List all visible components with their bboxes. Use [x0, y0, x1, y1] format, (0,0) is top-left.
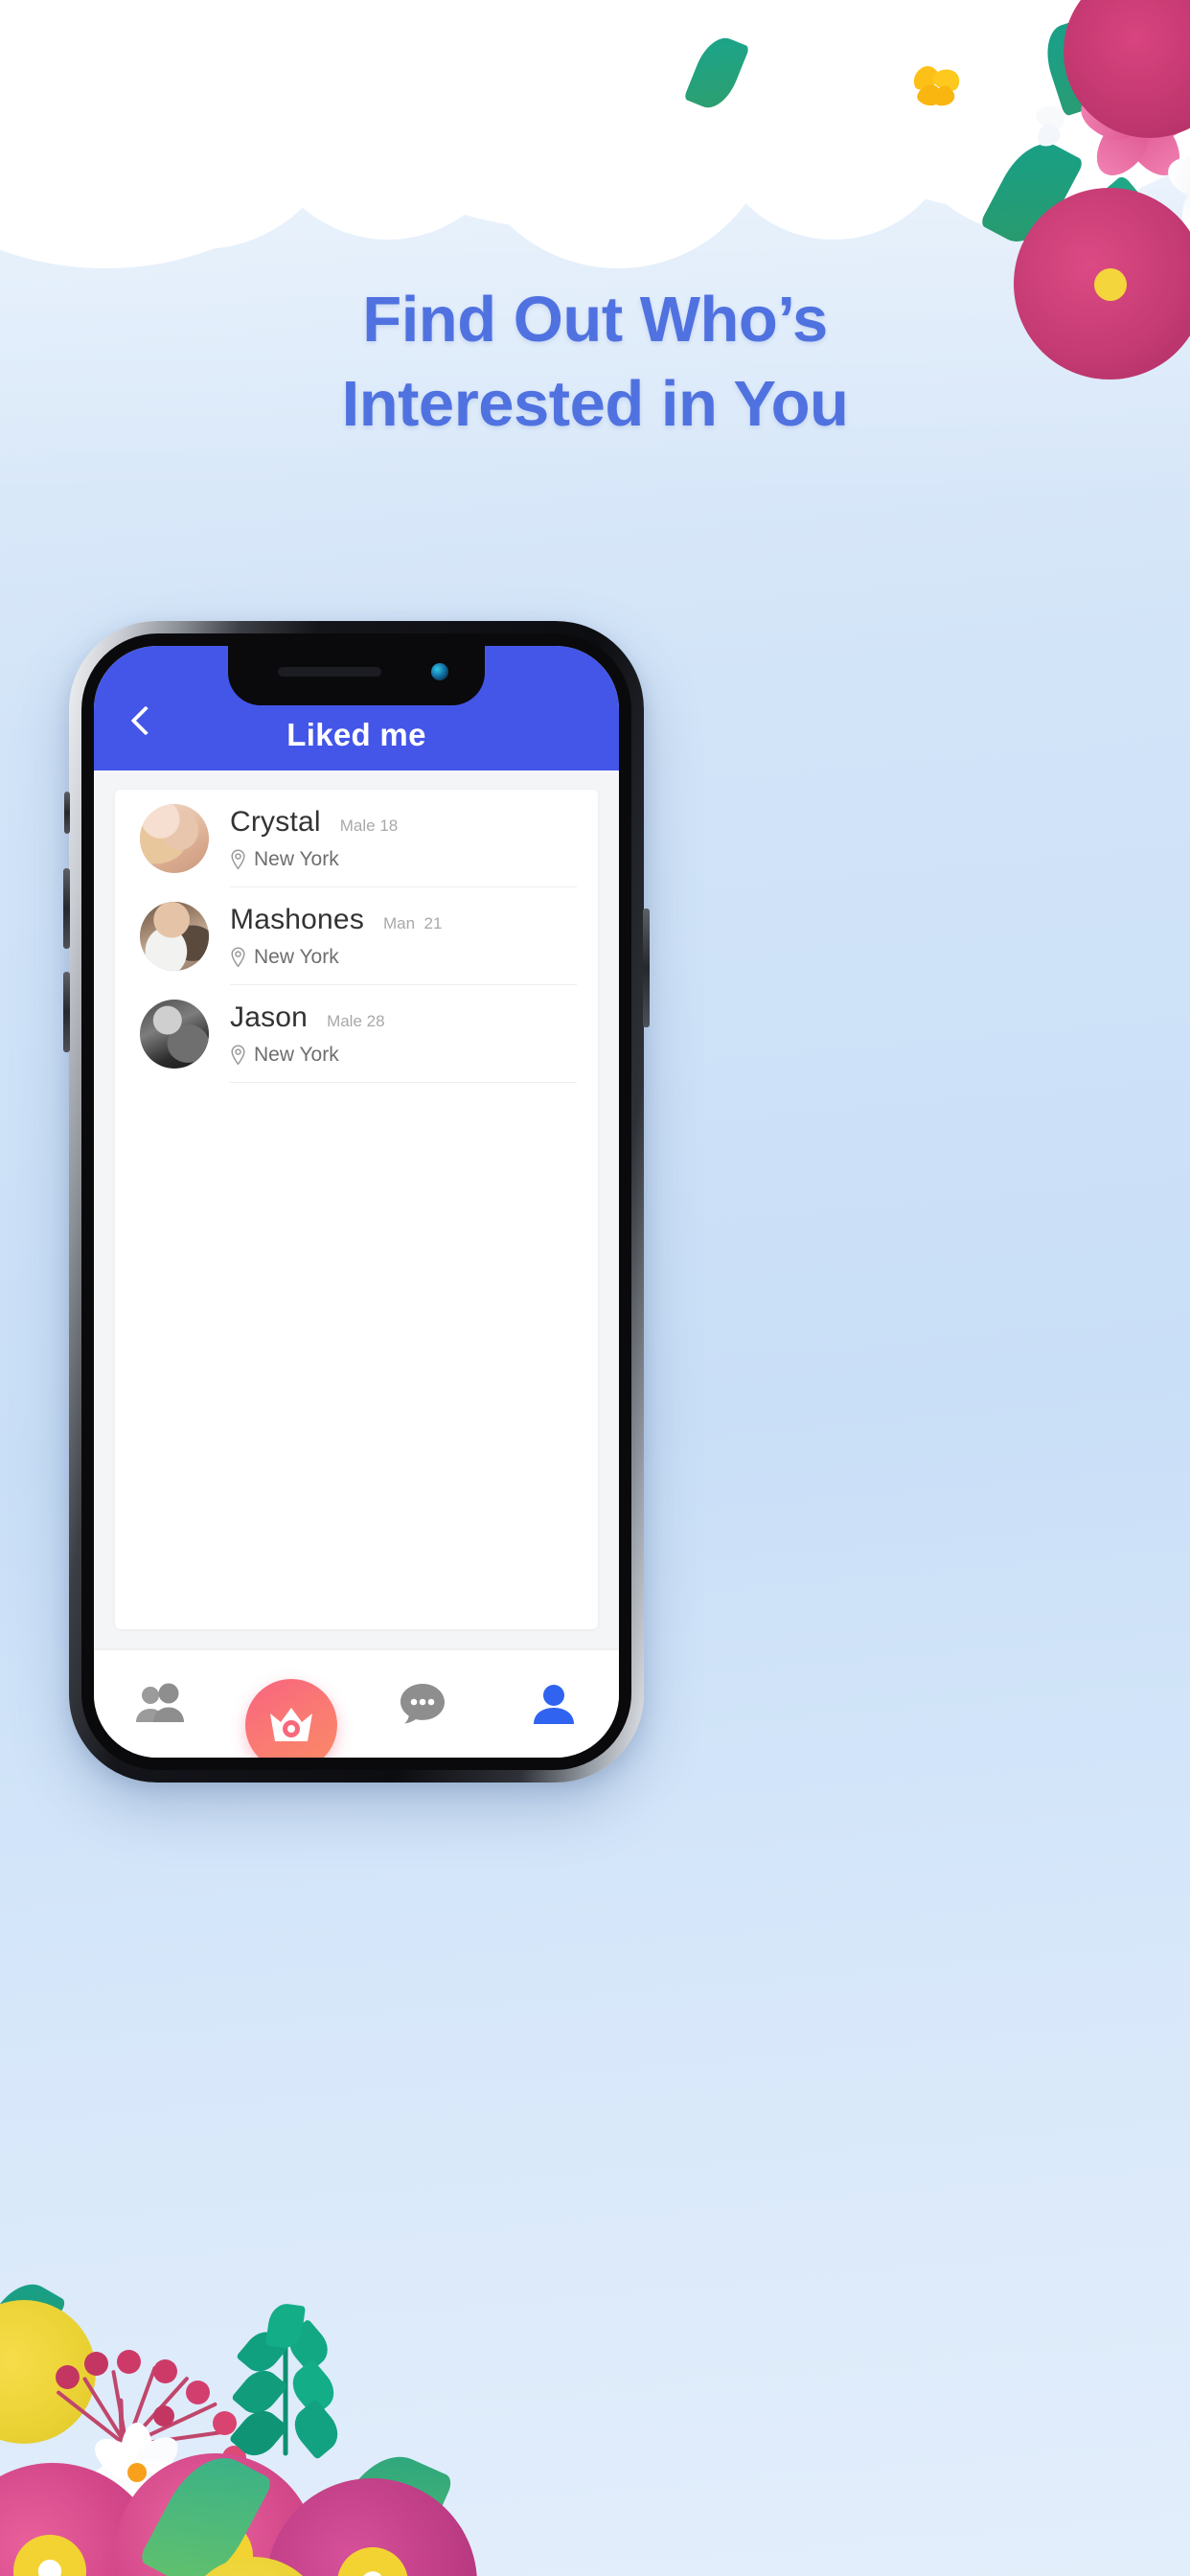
leaf-shape — [1079, 173, 1182, 283]
butterfly-icon — [1010, 98, 1069, 153]
leaf-shape — [311, 2440, 455, 2576]
app-body: Crystal Male 18 New York Mashones Man 21… — [94, 770, 619, 1650]
cloud-band — [0, 0, 1190, 268]
location-line: New York — [230, 1044, 598, 1067]
foliage-branch — [228, 2301, 347, 2465]
flower-center — [337, 2547, 408, 2576]
avatar[interactable] — [140, 902, 209, 971]
phone-volume-down-button — [63, 972, 70, 1052]
headline-line-2: Interested in You — [341, 368, 849, 441]
people-icon — [135, 1683, 184, 1722]
front-camera — [431, 663, 448, 680]
chat-bubble-icon — [400, 1684, 445, 1724]
user-name: Crystal — [230, 806, 321, 838]
avatar-photo — [140, 902, 209, 971]
user-name: Jason — [230, 1001, 309, 1033]
flower-center — [178, 2518, 253, 2576]
phone-mockup: Liked me Crystal Male 18 New York Mashon… — [63, 621, 650, 1782]
bottom-tab-bar — [94, 1650, 619, 1758]
liked-me-list: Crystal Male 18 New York Mashones Man 21… — [115, 790, 598, 1629]
user-meta: Man 21 — [383, 914, 443, 932]
phone-mute-switch — [64, 792, 70, 834]
chevron-left-icon — [130, 705, 161, 736]
flower-shape — [182, 2557, 326, 2576]
butterfly-icon — [908, 62, 964, 111]
avatar-photo — [140, 804, 209, 873]
name-line: Jason Male 28 — [230, 1001, 598, 1034]
earpiece-speaker — [278, 667, 381, 677]
avatar-photo — [140, 1000, 209, 1069]
leaf-shape — [979, 130, 1085, 255]
user-location: New York — [254, 848, 339, 870]
page-headline: Find Out Who’s Interested in You — [0, 278, 1190, 448]
flower-shape — [266, 2478, 477, 2576]
berry-spray — [56, 2329, 316, 2514]
list-item-details: Crystal Male 18 New York — [230, 790, 598, 887]
cloud-band-lower — [287, 0, 958, 201]
user-meta: Male 28 — [327, 1012, 385, 1030]
blossom-flower — [1162, 132, 1190, 241]
daisy-flower — [84, 2420, 190, 2525]
flower-shape — [1064, 0, 1190, 138]
user-location: New York — [254, 1044, 339, 1066]
crown-icon — [269, 1708, 312, 1741]
page-title: Liked me — [286, 717, 426, 752]
tab-messages[interactable] — [356, 1650, 488, 1758]
phone-power-button — [643, 908, 650, 1027]
tab-profile[interactable] — [488, 1650, 619, 1758]
list-item[interactable]: Jason Male 28 New York — [115, 985, 598, 1083]
list-item[interactable]: Mashones Man 21 New York — [115, 887, 598, 985]
phone-volume-up-button — [63, 868, 70, 949]
location-line: New York — [230, 848, 598, 871]
blossom-flower — [1074, 65, 1190, 186]
list-item[interactable]: Crystal Male 18 New York — [115, 790, 598, 887]
user-name: Mashones — [230, 904, 365, 935]
leaf-shape — [0, 2272, 67, 2381]
name-line: Crystal Male 18 — [230, 806, 598, 839]
phone-screen: Liked me Crystal Male 18 New York Mashon… — [94, 646, 619, 1758]
location-line: New York — [230, 946, 598, 969]
tab-people[interactable] — [94, 1650, 225, 1758]
user-location: New York — [254, 946, 339, 968]
vip-crown-button[interactable] — [244, 1679, 337, 1758]
person-icon — [533, 1685, 574, 1724]
avatar[interactable] — [140, 1000, 209, 1069]
leaf-shape — [138, 2442, 274, 2576]
list-item-details: Jason Male 28 New York — [230, 985, 598, 1083]
back-button[interactable] — [119, 694, 172, 748]
map-pin-icon — [231, 947, 245, 968]
list-item-details: Mashones Man 21 New York — [230, 887, 598, 985]
headline-line-1: Find Out Who’s — [362, 284, 828, 356]
flower-shape — [0, 2463, 163, 2576]
flower-center — [13, 2535, 86, 2576]
map-pin-icon — [231, 849, 245, 870]
flower-shape — [0, 2300, 96, 2444]
name-line: Mashones Man 21 — [230, 904, 598, 936]
leaf-shape — [683, 31, 750, 115]
avatar[interactable] — [140, 804, 209, 873]
leaf-shape — [1038, 17, 1112, 117]
map-pin-icon — [231, 1045, 245, 1066]
flower-shape — [115, 2453, 316, 2576]
phone-notch — [228, 646, 485, 705]
user-meta: Male 18 — [339, 816, 399, 835]
